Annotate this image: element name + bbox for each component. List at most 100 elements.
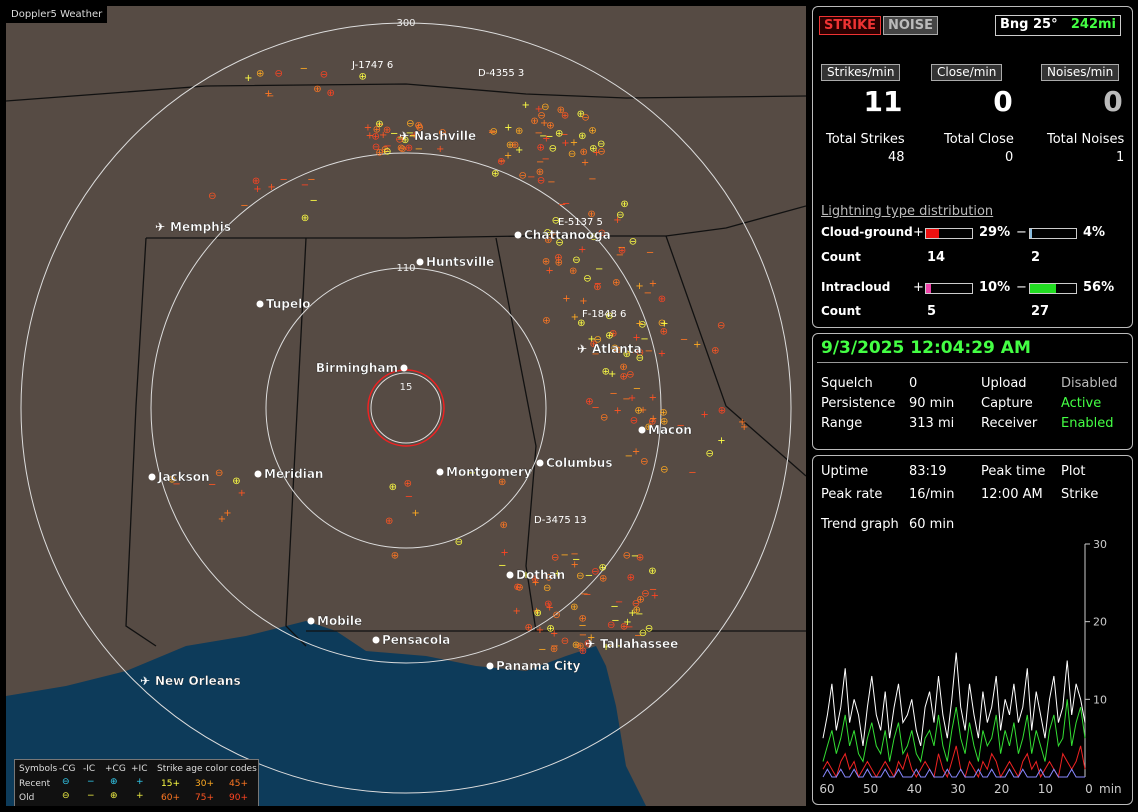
airport-icon: ✈ — [399, 129, 409, 143]
strike-marker: + — [635, 281, 643, 292]
strike-marker: − — [498, 156, 506, 167]
city-label[interactable]: Montgomery — [446, 465, 532, 479]
strike-marker: ⊕ — [648, 566, 656, 577]
legend-header-neg-cg: -CG — [59, 764, 76, 774]
storm-tag[interactable]: F-1848 6 — [582, 309, 626, 320]
strike-marker: ⊕ — [515, 126, 523, 137]
strike-marker: ⊕ — [588, 126, 596, 137]
peak-rate-value: 16/min — [909, 487, 955, 502]
strike-marker: ⊕ — [550, 644, 558, 655]
legend-age-title: Strike age color codes — [157, 764, 257, 774]
strike-marker: + — [628, 393, 636, 404]
city-label[interactable]: Nashville — [414, 129, 476, 143]
strike-marker: ⊖ — [600, 412, 608, 423]
legend-symbols-label: Symbols — [19, 764, 58, 774]
city-label[interactable]: Memphis — [170, 220, 231, 234]
cg-plus-count: 14 — [927, 250, 946, 265]
city-dot — [506, 571, 514, 579]
strike-marker: − — [595, 264, 603, 275]
city-dot — [254, 470, 262, 478]
city-label[interactable]: Chattanooga — [524, 228, 611, 242]
ring-label: 300 — [396, 18, 415, 29]
strike-marker: ⊕ — [578, 131, 586, 142]
legend-age-75: 75+ — [195, 793, 214, 803]
strike-marker: − — [561, 550, 569, 561]
strike-marker: − — [580, 589, 588, 600]
strike-marker: + — [364, 123, 372, 134]
city-label[interactable]: Columbus — [546, 456, 613, 470]
storm-tag[interactable]: J-1747 6 — [351, 60, 393, 71]
strike-marker: ⊕ — [544, 599, 552, 610]
city-label[interactable]: Atlanta — [592, 342, 642, 356]
storm-tag[interactable]: D-4355 3 — [478, 68, 524, 79]
strike-marker: − — [625, 451, 633, 462]
strike-marker: ⊖ — [320, 70, 328, 81]
city-dot — [514, 231, 522, 239]
strike-marker: − — [542, 154, 550, 165]
close-min-label: Close/min — [931, 64, 1003, 81]
city-label[interactable]: Jackson — [157, 470, 210, 484]
legend-age-15: 15+ — [161, 779, 180, 789]
strike-marker: ⊕ — [576, 641, 584, 652]
city-label[interactable]: Tupelo — [266, 297, 311, 311]
city-label[interactable]: Dothan — [516, 568, 565, 582]
strike-marker: ⊖ — [581, 112, 589, 123]
city-label[interactable]: Pensacola — [382, 633, 451, 647]
city-label[interactable]: Huntsville — [426, 255, 495, 269]
total-strikes-value: 48 — [888, 150, 905, 165]
strike-marker: ⊕ — [537, 142, 545, 153]
ic-minus-count: 27 — [1031, 304, 1050, 319]
noise-button[interactable]: NOISE — [883, 16, 939, 35]
strike-marker: ⊕ — [542, 315, 550, 326]
city-dot — [372, 636, 380, 644]
legend-recent-pos-cg-icon: ⊕ — [110, 777, 118, 787]
storm-tag[interactable]: E-5137 5 — [558, 217, 603, 228]
city-label[interactable]: Macon — [648, 423, 692, 437]
cg-minus-sign: − — [1016, 225, 1027, 240]
ic-plus-percent: 10% — [979, 280, 1011, 295]
strike-marker: ⊕ — [620, 199, 628, 210]
radar-map[interactable]: ⊕ − − ⊕ ⊖ − ⊕ ⊖ ⊕ − − ⊕ + ⊕ + ⊖ ⊖ ⊕ − + ⊖ + ⊖ − ⊖ ⊖ + − ⊕ ⊕ ⊖ ⊖ ⊕ ⊕ − − ⊖ ⊕ + −… — [6, 6, 806, 806]
ic-plus-sign: + — [913, 280, 924, 295]
legend-age-60: 60+ — [161, 793, 180, 803]
city-label[interactable]: Panama City — [496, 659, 581, 673]
strike-marker: ⊕ — [513, 582, 521, 593]
strike-marker: ⊖ — [537, 111, 545, 122]
city-dot — [400, 364, 408, 372]
capture-value: Active — [1061, 396, 1102, 411]
legend-header-pos-cg: +CG — [105, 764, 126, 774]
strikes-min-label: Strikes/min — [821, 64, 901, 81]
strike-marker: ⊕ — [660, 326, 668, 337]
ring-labels: 300 110 15 — [396, 18, 415, 393]
ic-plus-bar — [925, 283, 973, 294]
cg-minus-percent: 4% — [1083, 225, 1106, 240]
strike-marker: + — [411, 508, 419, 519]
strike-marker: ⊖ — [561, 636, 569, 647]
uptime-label: Uptime — [821, 464, 869, 479]
strike-marker: ⊕ — [599, 562, 607, 573]
strike-marker: ⊖ — [597, 147, 605, 158]
city-label[interactable]: Meridian — [264, 467, 324, 481]
x-tick-label: 20 — [994, 782, 1009, 796]
city-label[interactable]: Birmingham — [316, 361, 398, 375]
uptime-value: 83:19 — [909, 464, 947, 479]
strike-marker: ⊕ — [599, 573, 607, 584]
bearing-box: Bng 25° 242mi — [995, 15, 1121, 36]
ring-label: 110 — [396, 263, 415, 274]
city-label[interactable]: Tallahassee — [600, 637, 679, 651]
strike-marker: ⊕ — [536, 167, 544, 178]
storm-tag[interactable]: D-3475 13 — [534, 515, 587, 526]
strike-marker: ⊕ — [511, 140, 519, 151]
strike-marker: ⊕ — [555, 129, 563, 140]
total-close-label: Total Close — [944, 132, 1014, 147]
strike-button[interactable]: STRIKE — [819, 16, 882, 35]
city-label[interactable]: New Orleans — [155, 674, 241, 688]
airport-icon: ✈ — [140, 674, 150, 688]
strike-marker: ⊖ — [706, 449, 714, 460]
city-label[interactable]: Mobile — [317, 614, 362, 628]
strike-marker: ⊕ — [570, 602, 578, 613]
legend-age-90: 90+ — [229, 793, 248, 803]
strike-marker: + — [436, 144, 444, 155]
plot-value[interactable]: Strike — [1061, 487, 1098, 502]
strike-marker: − — [585, 570, 593, 581]
